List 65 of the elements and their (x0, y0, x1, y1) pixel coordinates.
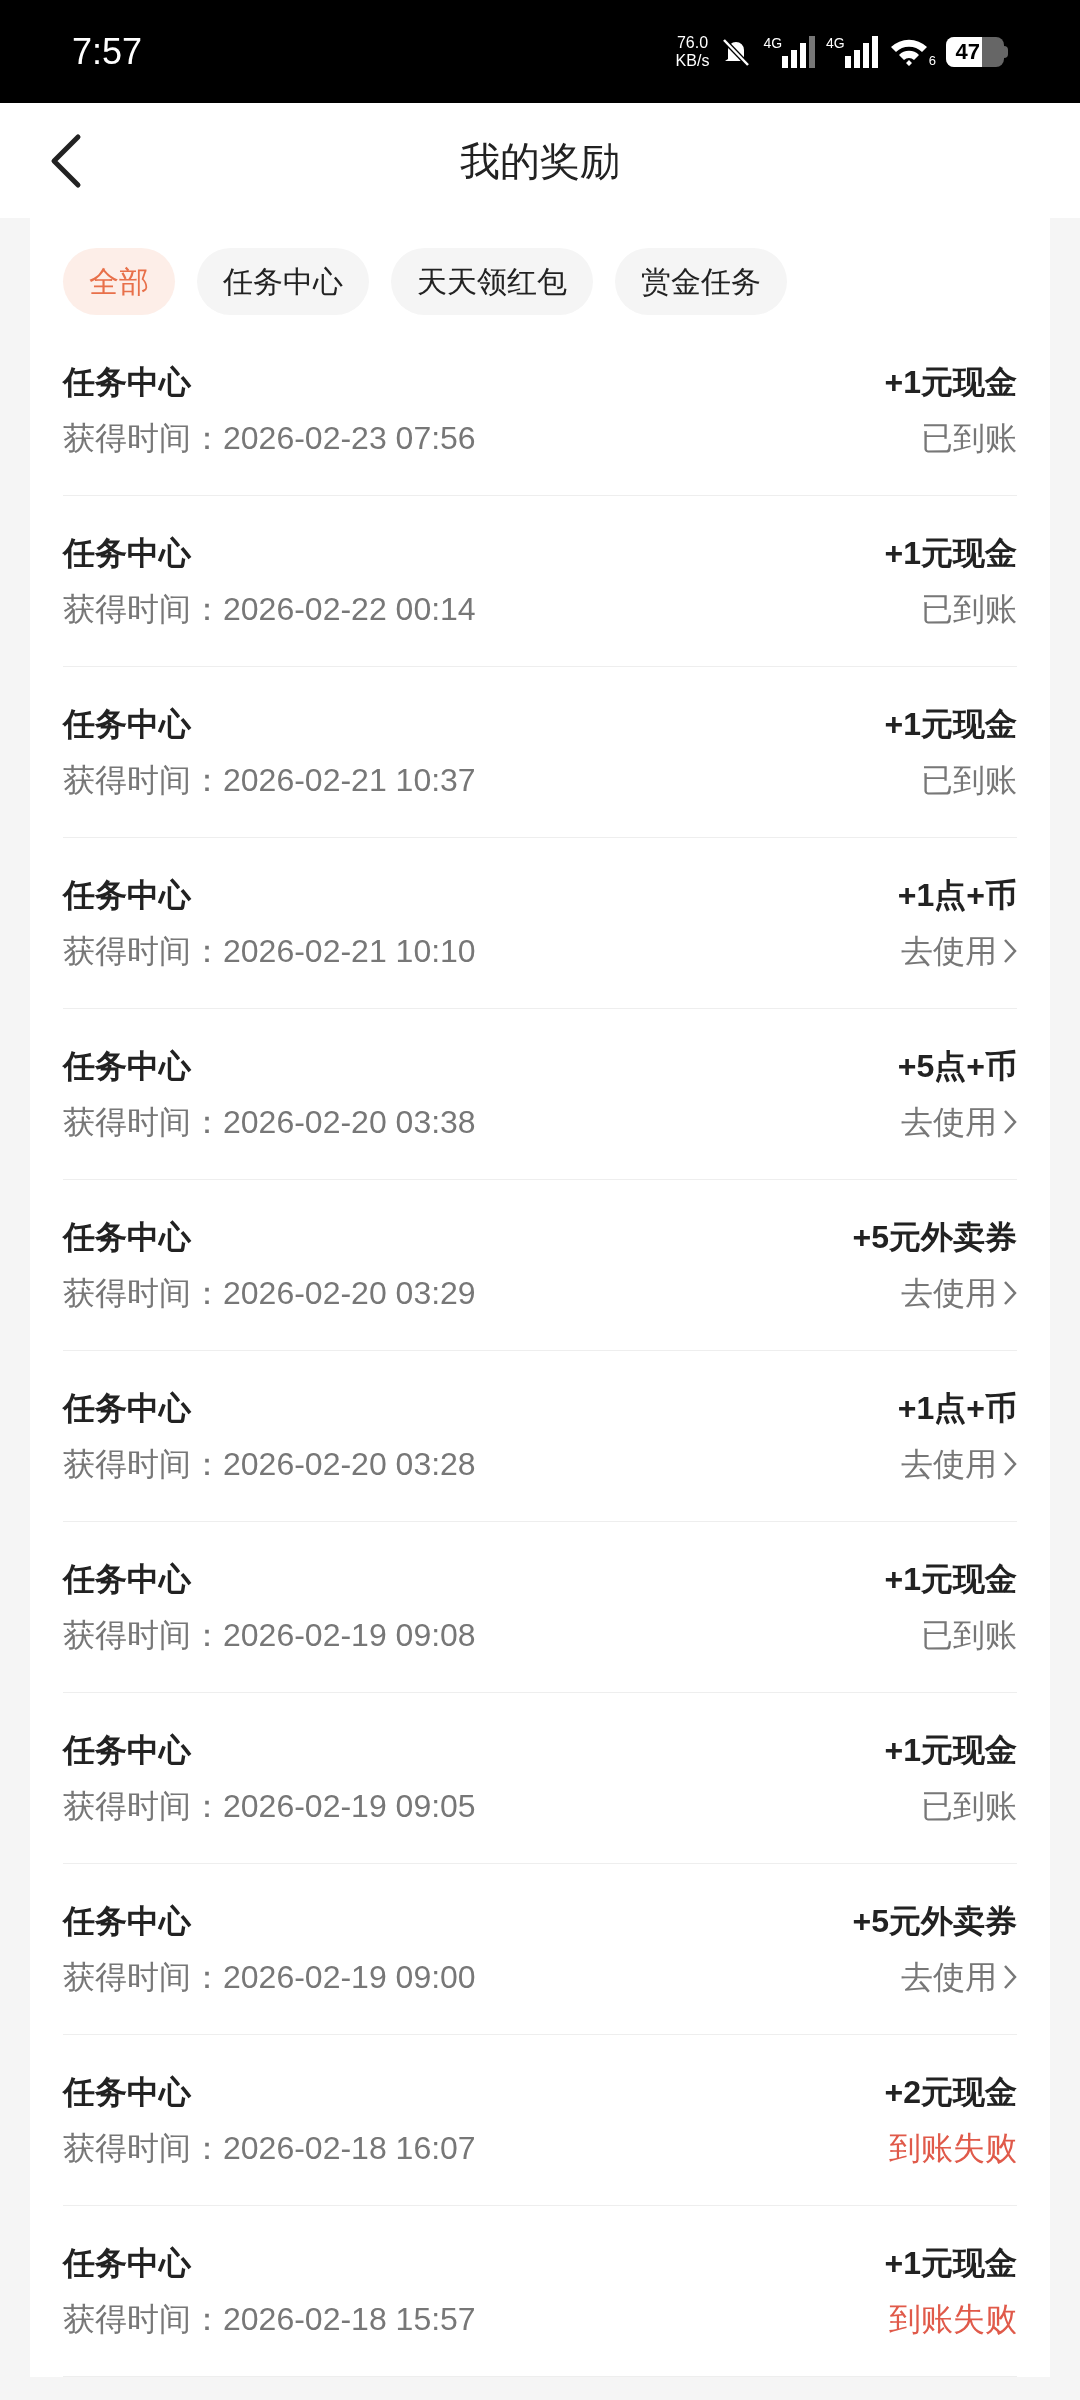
reward-source: 任务中心 (63, 1731, 192, 1770)
reward-amount: +1元现金 (884, 1560, 1017, 1599)
reward-time: 获得时间：2026-02-21 10:37 (63, 761, 476, 800)
reward-time: 获得时间：2026-02-20 03:38 (63, 1103, 476, 1142)
page-title: 我的奖励 (460, 137, 620, 185)
reward-source: 任务中心 (63, 363, 192, 402)
use-link[interactable]: 去使用 (901, 1442, 1017, 1486)
use-link[interactable]: 去使用 (901, 1271, 1017, 1315)
reward-source: 任务中心 (63, 1218, 192, 1257)
filter-tab[interactable]: 赏金任务 (615, 248, 787, 315)
signal-icon (782, 35, 817, 68)
reward-source: 任务中心 (63, 1047, 192, 1086)
chevron-right-icon (1003, 1109, 1017, 1135)
reward-source: 任务中心 (63, 1560, 192, 1599)
reward-time: 获得时间：2026-02-20 03:28 (63, 1445, 476, 1484)
reward-source: 任务中心 (63, 876, 192, 915)
clock-text: 7:57 (72, 29, 143, 74)
reward-time: 获得时间：2026-02-19 09:05 (63, 1787, 476, 1826)
filter-tab[interactable]: 任务中心 (197, 248, 369, 315)
use-link[interactable]: 去使用 (901, 929, 1017, 973)
reward-amount: +1点+币 (897, 1389, 1017, 1428)
reward-source: 任务中心 (63, 2244, 192, 2283)
reward-amount: +1元现金 (884, 705, 1017, 744)
reward-time: 获得时间：2026-02-19 09:00 (63, 1958, 476, 1997)
reward-time: 获得时间：2026-02-21 10:10 (63, 932, 476, 971)
reward-source: 任务中心 (63, 1902, 192, 1941)
reward-status: 到账失败 (889, 2300, 1017, 2339)
chevron-right-icon (1003, 938, 1017, 964)
reward-amount: +5元外卖券 (852, 1218, 1017, 1257)
reward-status: 已到账 (921, 419, 1017, 458)
filter-tab[interactable]: 天天领红包 (391, 248, 593, 315)
reward-amount: +5点+币 (897, 1047, 1017, 1086)
reward-amount: +5元外卖券 (852, 1902, 1017, 1941)
reward-amount: +1元现金 (884, 2244, 1017, 2283)
reward-amount: +1元现金 (884, 534, 1017, 573)
reward-source: 任务中心 (63, 705, 192, 744)
reward-source: 任务中心 (63, 1389, 192, 1428)
reward-time: 获得时间：2026-02-18 15:57 (63, 2300, 476, 2339)
reward-status: 已到账 (921, 761, 1017, 800)
reward-amount: +1元现金 (884, 1731, 1017, 1770)
reward-status: 已到账 (921, 590, 1017, 629)
network-speed: 76.0 KB/s (675, 33, 710, 70)
reward-time: 获得时间：2026-02-23 07:56 (63, 419, 476, 458)
network-type-text: 4G (826, 35, 845, 50)
chevron-right-icon (1003, 1280, 1017, 1306)
reward-status: 到账失败 (889, 2129, 1017, 2168)
reward-time: 获得时间：2026-02-22 00:14 (63, 590, 476, 629)
wifi-badge-text: 6 (928, 53, 936, 67)
reward-amount: +1点+币 (897, 876, 1017, 915)
reward-status: 已到账 (921, 1616, 1017, 1655)
reward-time: 获得时间：2026-02-18 16:07 (63, 2129, 476, 2168)
filter-tab[interactable]: 全部 (63, 248, 175, 315)
chevron-right-icon (1003, 1451, 1017, 1477)
reward-source: 任务中心 (63, 534, 192, 573)
reward-status: 已到账 (921, 1787, 1017, 1826)
reward-time: 获得时间：2026-02-20 03:29 (63, 1274, 476, 1313)
reward-source: 任务中心 (63, 2073, 192, 2112)
use-link[interactable]: 去使用 (901, 1955, 1017, 1999)
reward-time: 获得时间：2026-02-19 09:08 (63, 1616, 476, 1655)
network-type-text: 4G (763, 35, 783, 50)
signal-icon (844, 35, 879, 68)
reward-amount: +1元现金 (884, 363, 1017, 402)
chevron-right-icon (1003, 1964, 1017, 1990)
use-link[interactable]: 去使用 (901, 1100, 1017, 1144)
reward-amount: +2元现金 (884, 2073, 1017, 2112)
